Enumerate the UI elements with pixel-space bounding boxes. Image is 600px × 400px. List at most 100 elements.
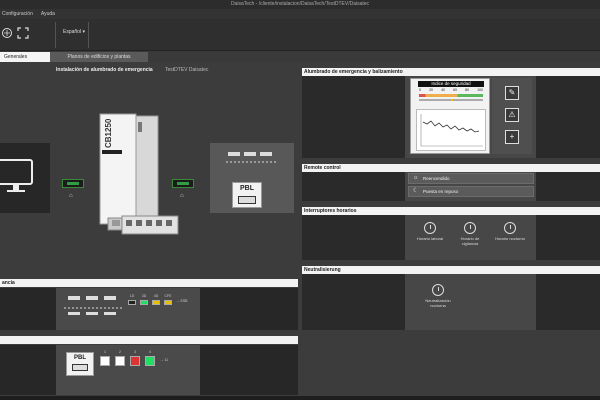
edit-icon[interactable]: ✎ — [505, 86, 519, 100]
bus-item-cfe: CFE — [164, 294, 172, 305]
bus-label: ESB — [180, 299, 188, 303]
connector-right — [172, 179, 194, 188]
scale-tick: 40 — [441, 88, 445, 92]
bus-item-4d: 4D — [152, 294, 160, 305]
scale-tick: 60 — [453, 88, 457, 92]
pbl-label: PBL — [240, 185, 254, 192]
horario-laboral-button[interactable]: Horario laboral — [412, 222, 448, 241]
pbl-item-number: 2 — [119, 350, 121, 354]
bus-label: CFE — [164, 294, 172, 298]
ribbon — [0, 19, 600, 51]
bus-icon — [152, 300, 160, 305]
pbl-small: PBL — [66, 352, 94, 376]
scale-tick: 80 — [465, 88, 470, 92]
panel-neutralizacion-left — [302, 274, 405, 330]
security-bar — [419, 94, 483, 97]
panel-interruptores-header: Interruptores horarios — [302, 207, 600, 215]
pbl-item-icon — [100, 356, 110, 366]
scale-tick: 100 — [477, 88, 483, 92]
clock-icon — [424, 222, 436, 234]
bus-icon — [164, 300, 172, 305]
pbl-module-icon — [238, 196, 256, 204]
port-icon: ⌂ — [69, 193, 73, 199]
connector-left — [62, 179, 84, 188]
sun-icon: ☼ — [413, 175, 419, 181]
bus-legend: 1D 3D 4D CFE → ESB — [128, 294, 188, 305]
pbl-item-icon — [130, 356, 140, 366]
tab-generales[interactable]: Generales — [0, 52, 50, 62]
pbl-module-icon — [72, 364, 88, 371]
bus-label: 3D — [141, 294, 147, 298]
add-document-icon[interactable]: + — [505, 130, 519, 144]
menu-configuracion[interactable]: Configuración — [2, 9, 33, 19]
pbl-small-label: PBL — [74, 355, 86, 361]
horario-vigilancia-button[interactable]: Horario de vigilancia — [452, 222, 488, 246]
reencendido-button[interactable]: ☼ Reencendido — [408, 173, 534, 184]
bus-item-esb: → ESB — [176, 299, 188, 303]
panel-ancia-left — [0, 288, 56, 330]
scale-tick: 0 — [419, 88, 421, 92]
status-led — [177, 182, 189, 185]
terminal-module — [120, 212, 182, 238]
panel-remote-right — [536, 172, 600, 201]
pbl-item-number: 4 — [149, 350, 151, 354]
panel-neutralizacion-header: Neutralisierung — [302, 266, 600, 274]
puesta-en-reposo-button[interactable]: ☾ Puesta en reposo — [408, 186, 534, 197]
alumbrado-actions: ✎ ⚠ + — [492, 78, 532, 154]
fullscreen-icon[interactable] — [17, 27, 29, 42]
bus-modules-icon — [226, 150, 276, 171]
pbl-device[interactable]: PBL — [232, 182, 262, 208]
panel-interruptores-left — [302, 215, 405, 260]
panel-remote-header: Remote control — [302, 164, 600, 172]
bus-icon — [140, 300, 148, 305]
puesta-en-reposo-label: Puesta en reposo — [423, 189, 459, 194]
horario-nocturno-label: Horario nocturno — [495, 236, 525, 241]
security-scale: 0 20 40 60 80 100 — [419, 88, 483, 93]
bus-label: 1D — [129, 294, 135, 298]
menu-bar: Configuración Ayuda — [0, 9, 600, 19]
panel-pbl-right — [200, 345, 298, 395]
ribbon-separator — [55, 22, 56, 48]
neutralizacion-nocturna-label: Neutralización nocturna — [425, 298, 451, 308]
panel-interruptores: Interruptores horarios — [302, 207, 600, 260]
horario-vigilancia-label: Horario de vigilancia — [460, 236, 480, 246]
security-index-title: Indice de seguridad — [418, 81, 484, 87]
pbl-item: 3 — [130, 350, 140, 366]
security-index-panel: Indice de seguridad 0 20 40 60 80 100 — [410, 78, 490, 154]
panel-ancia-header: ancia — [0, 279, 298, 287]
installation-title: Instalación de alumbrado de emergencia — [56, 67, 153, 73]
window-title: DaisaTech - /cliente/instalacion/DaisaTe… — [0, 0, 600, 9]
pbl-item: 4 — [145, 350, 155, 366]
pbl-item: 1 — [100, 350, 110, 366]
language-select[interactable]: Español ▾ — [63, 29, 85, 35]
bus-item-3d: 3D — [140, 294, 148, 305]
pbl-item-number: 1 — [104, 350, 106, 354]
panel-neutralizacion-right — [536, 274, 600, 330]
panel-remote-left — [302, 172, 405, 201]
port-icon: ⌂ — [180, 193, 184, 199]
pbl-arrow: → 11 — [160, 358, 169, 362]
ribbon-separator — [88, 22, 89, 48]
horario-nocturno-button[interactable]: Horario nocturno — [492, 222, 528, 241]
pbl-arrow-value: 11 — [164, 358, 169, 362]
menu-ayuda[interactable]: Ayuda — [41, 9, 55, 19]
language-value: Español — [63, 29, 82, 35]
panel-interruptores-right — [536, 215, 600, 260]
alarm-icon[interactable]: ⚠ — [505, 108, 519, 122]
panel-alumbrado-right — [536, 76, 600, 158]
connect-icon[interactable] — [1, 27, 13, 42]
panel-alumbrado-left — [302, 76, 405, 158]
chevron-down-icon: ▾ — [82, 29, 85, 35]
scale-tick: 20 — [429, 88, 433, 92]
neutralizacion-nocturna-button[interactable]: Neutralización nocturna — [418, 284, 458, 308]
tab-planos[interactable]: Planos de edificios y plantas — [50, 52, 148, 62]
installation-subtitle: TestDTEV Daisatec — [165, 67, 209, 73]
bus-label: 4D — [153, 294, 159, 298]
pbl-items: 1 2 3 4 → 11 — [100, 350, 168, 366]
security-graph — [416, 109, 486, 151]
pbl-item-icon — [145, 356, 155, 366]
status-led — [67, 182, 79, 185]
monitor-icon[interactable] — [0, 158, 34, 199]
horario-laboral-label: Horario laboral — [416, 236, 444, 241]
cabinet-label: CB1250 — [104, 118, 113, 148]
